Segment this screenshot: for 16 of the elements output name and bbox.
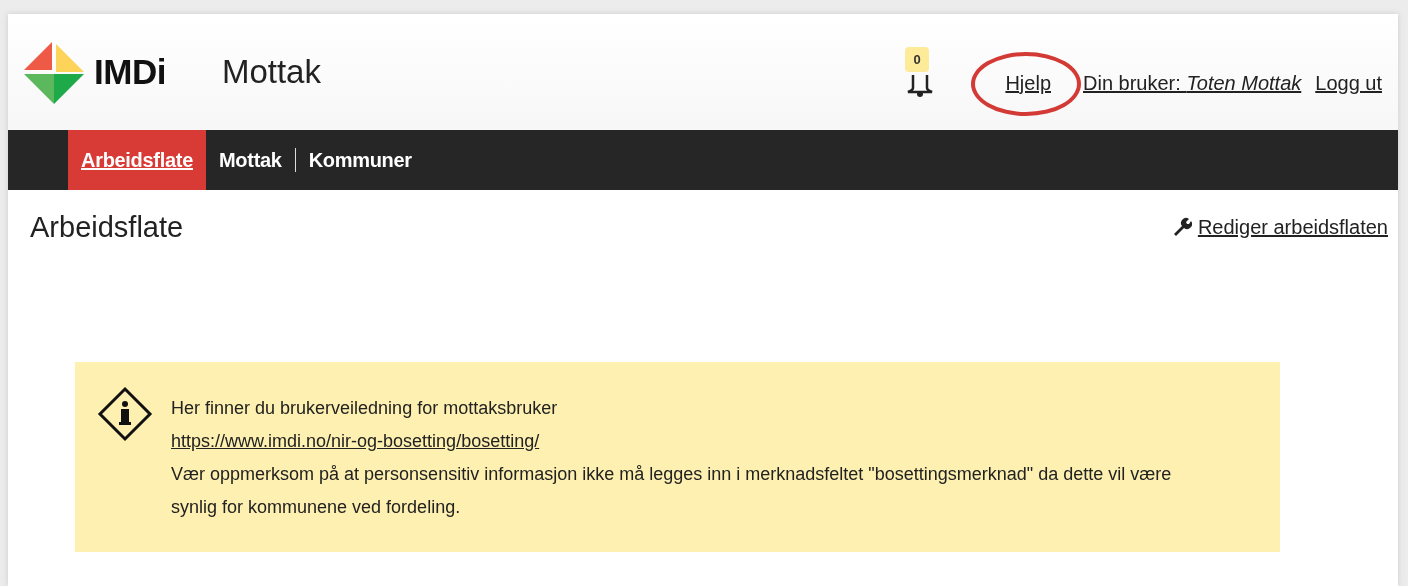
nav-tab[interactable]: Arbeidsflate bbox=[68, 130, 206, 190]
warning-text: Vær oppmerksom på at personsensitiv informasjon ikke må legges inn i merknadsfeltet "bosettingsmerknad" da dette vil være synlig for kommunene ved fordeling. bbox=[171, 463, 1173, 519]
logout-link[interactable]: Logg ut bbox=[1315, 71, 1382, 95]
logo-text: IMDi bbox=[94, 52, 166, 92]
notification-badge: 0 bbox=[905, 47, 929, 72]
nav-tab[interactable]: Kommuner bbox=[295, 130, 425, 190]
guide-link[interactable]: https://www.imdi.no/nir-og-bosetting/bosetting/ bbox=[171, 425, 540, 458]
help-link[interactable]: Hjelp bbox=[1005, 71, 1051, 95]
user-link[interactable]: Din bruker: Toten Mottak bbox=[1083, 71, 1302, 95]
edit-dashboard-link[interactable]: Rediger arbeidsflaten bbox=[1171, 215, 1388, 239]
nav-tab[interactable]: Mottak bbox=[206, 130, 295, 190]
logo-icon bbox=[22, 40, 86, 104]
info-icon bbox=[97, 386, 153, 442]
notice-text: Her finner du brukerveiledning for mottaksbruker bbox=[171, 397, 558, 420]
page-title: Arbeidsflate bbox=[30, 210, 184, 244]
app-title: Mottak bbox=[221, 53, 321, 91]
